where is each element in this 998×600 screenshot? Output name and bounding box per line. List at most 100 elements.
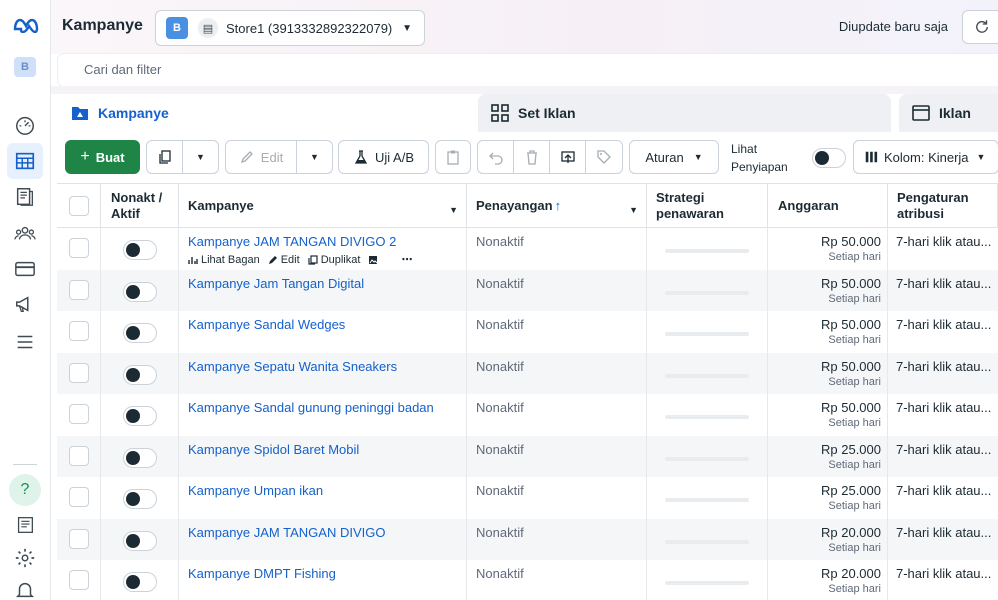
table-row[interactable]: Kampanye Sandal gunung peninggi badan Non… [57, 394, 998, 436]
campaign-active-toggle[interactable] [123, 281, 157, 302]
campaign-active-toggle[interactable] [123, 447, 157, 468]
pages-icon[interactable] [13, 185, 37, 209]
help-icon[interactable]: ? [9, 474, 41, 506]
budget-value[interactable]: Rp 50.000 Setiap hari [821, 234, 881, 263]
share-icon [560, 151, 575, 163]
header-budget[interactable]: Anggaran [768, 184, 888, 228]
campaigns-table-icon[interactable] [7, 143, 43, 179]
refresh-button[interactable] [962, 10, 998, 44]
campaign-active-toggle[interactable] [123, 530, 157, 551]
table-row[interactable]: Kampanye Sepatu Wanita Sneakers Nonaktif R… [57, 352, 998, 394]
table-row[interactable]: Kampanye Umpan ikan Nonaktif Rp 25.000 Seti… [57, 477, 998, 519]
edit-action[interactable]: Edit [268, 253, 300, 266]
campaign-name-link[interactable]: Kampanye DMPT Fishing [188, 566, 336, 581]
campaign-active-toggle[interactable] [123, 323, 157, 343]
row-checkbox[interactable] [69, 528, 89, 549]
table-row[interactable]: Kampanye Sandal Wedges Nonaktif Rp 50.000 S… [57, 311, 998, 353]
campaign-name-link[interactable]: Kampanye Sandal gunung peninggi badan [188, 400, 434, 415]
row-checkbox[interactable] [69, 404, 89, 424]
header-attribution[interactable]: Pengaturan atribusi [888, 184, 998, 228]
dashboard-gauge-icon[interactable] [13, 113, 37, 137]
table-row[interactable]: Kampanye Spidol Baret Mobil Nonaktif Rp 25… [57, 435, 998, 478]
campaign-name-link[interactable]: Kampanye JAM TANGAN DIVIGO [188, 525, 385, 540]
tag-button[interactable] [585, 140, 623, 174]
undo-button[interactable] [477, 140, 514, 174]
edit-button[interactable]: Edit [225, 140, 297, 174]
campaign-name-link[interactable]: Kampanye Spidol Baret Mobil [188, 442, 359, 457]
row-checkbox[interactable] [69, 321, 89, 341]
account-badge-icon[interactable]: B [14, 57, 36, 77]
budget-value[interactable]: Rp 50.000 Setiap hari [821, 276, 881, 305]
campaign-name-link[interactable]: Kampanye JAM TANGAN DIVIGO 2 [188, 234, 396, 249]
campaign-active-toggle[interactable] [123, 406, 157, 426]
updated-status: Diupdate baru saja [838, 19, 948, 34]
row-checkbox[interactable] [69, 487, 89, 507]
duplicate-action[interactable]: Duplikat [308, 253, 360, 266]
ab-test-button[interactable]: Uji A/B [338, 140, 429, 174]
select-all-checkbox[interactable] [69, 196, 89, 216]
budget-value[interactable]: Rp 25.000 Setiap hari [821, 442, 881, 471]
meta-logo-icon[interactable] [12, 13, 40, 37]
row-checkbox[interactable] [69, 238, 89, 258]
campaign-name-link[interactable]: Kampanye Jam Tangan Digital [188, 276, 364, 291]
view-chart-action[interactable]: Lihat Bagan [188, 253, 260, 266]
row-checkbox[interactable] [69, 362, 89, 383]
row-delivery-cell: Nonaktif [467, 394, 647, 436]
columns-icon [865, 151, 878, 163]
row-checkbox[interactable] [69, 279, 89, 300]
news-feed-icon[interactable] [13, 513, 37, 537]
delete-button[interactable] [513, 140, 550, 174]
pencil-icon [240, 151, 253, 164]
campaign-name-link[interactable]: Kampanye Sepatu Wanita Sneakers [188, 359, 397, 374]
budget-value[interactable]: Rp 20.000 Setiap hari [821, 525, 881, 554]
campaign-active-toggle[interactable] [123, 240, 157, 260]
table-row[interactable]: Kampanye DMPT Fishing Nonaktif Rp 20.000 Se… [57, 560, 998, 600]
table-row[interactable]: Kampanye JAM TANGAN DIVIGO 2 Lihat Bagan E… [57, 228, 998, 270]
budget-value[interactable]: Rp 20.000 Setiap hari [821, 566, 881, 595]
campaign-name-link[interactable]: Kampanye Sandal Wedges [188, 317, 345, 332]
table-row[interactable]: Kampanye JAM TANGAN DIVIGO Nonaktif Rp 20.… [57, 518, 998, 560]
budget-value[interactable]: Rp 25.000 Setiap hari [821, 483, 881, 512]
row-checkbox[interactable] [69, 570, 89, 590]
clipboard-button[interactable] [435, 140, 471, 174]
duplicate-button[interactable] [146, 140, 183, 174]
share-button[interactable] [549, 140, 586, 174]
settings-gear-icon[interactable] [13, 546, 37, 570]
create-button[interactable]: + Buat [65, 140, 140, 174]
notifications-bell-icon[interactable] [13, 578, 37, 600]
budget-value[interactable]: Rp 50.000 Setiap hari [821, 359, 881, 388]
edit-dropdown-button[interactable]: ▼ [296, 140, 333, 174]
tag-icon [597, 150, 611, 164]
table-row[interactable]: Kampanye Jam Tangan Digital Nonaktif Rp 50… [57, 269, 998, 311]
tab-campaigns[interactable]: Kampanye [58, 94, 470, 132]
menu-icon[interactable] [13, 330, 37, 354]
header-toggle[interactable]: Nonakt / Aktif [101, 184, 179, 228]
ad-account-selector[interactable]: B ▤ Store1 (3913332892322079) ▼ [155, 10, 425, 46]
header-bid-strategy[interactable]: Strategi penawaran [647, 184, 768, 228]
tab-ads[interactable]: Iklan [899, 94, 998, 132]
more-options-icon[interactable]: ⋯ [401, 253, 412, 266]
audiences-icon[interactable] [13, 221, 37, 245]
attribution-setting: 7-hari klik atau... [896, 358, 992, 374]
duplicate-dropdown-button[interactable]: ▼ [182, 140, 219, 174]
campaign-active-toggle[interactable] [123, 489, 157, 509]
preview-setup-toggle[interactable] [812, 148, 846, 168]
campaign-name-link[interactable]: Kampanye Umpan ikan [188, 483, 323, 498]
megaphone-icon[interactable] [13, 292, 37, 316]
campaign-active-toggle[interactable] [123, 364, 157, 385]
row-attribution-cell: 7-hari klik atau... [888, 436, 998, 478]
header-campaign[interactable]: Kampanye ▼ [179, 184, 467, 228]
delivery-status: Nonaktif [476, 566, 524, 581]
rules-dropdown[interactable]: Aturan ▼ [629, 140, 719, 174]
search-filter-input[interactable]: Cari dan filter [58, 54, 998, 86]
billing-card-icon[interactable] [13, 257, 37, 281]
header-delivery[interactable]: Penayangan ↑ ▼ [467, 184, 647, 228]
image-action[interactable] [368, 253, 381, 266]
budget-value[interactable]: Rp 50.000 Setiap hari [821, 317, 881, 346]
row-checkbox[interactable] [69, 445, 89, 466]
columns-dropdown[interactable]: Kolom: Kinerja ▼ [853, 140, 998, 174]
tab-ad-sets[interactable]: Set Iklan [478, 94, 891, 132]
campaign-active-toggle[interactable] [123, 572, 157, 592]
budget-value[interactable]: Rp 50.000 Setiap hari [821, 400, 881, 429]
row-bid-strategy-cell [647, 269, 768, 311]
